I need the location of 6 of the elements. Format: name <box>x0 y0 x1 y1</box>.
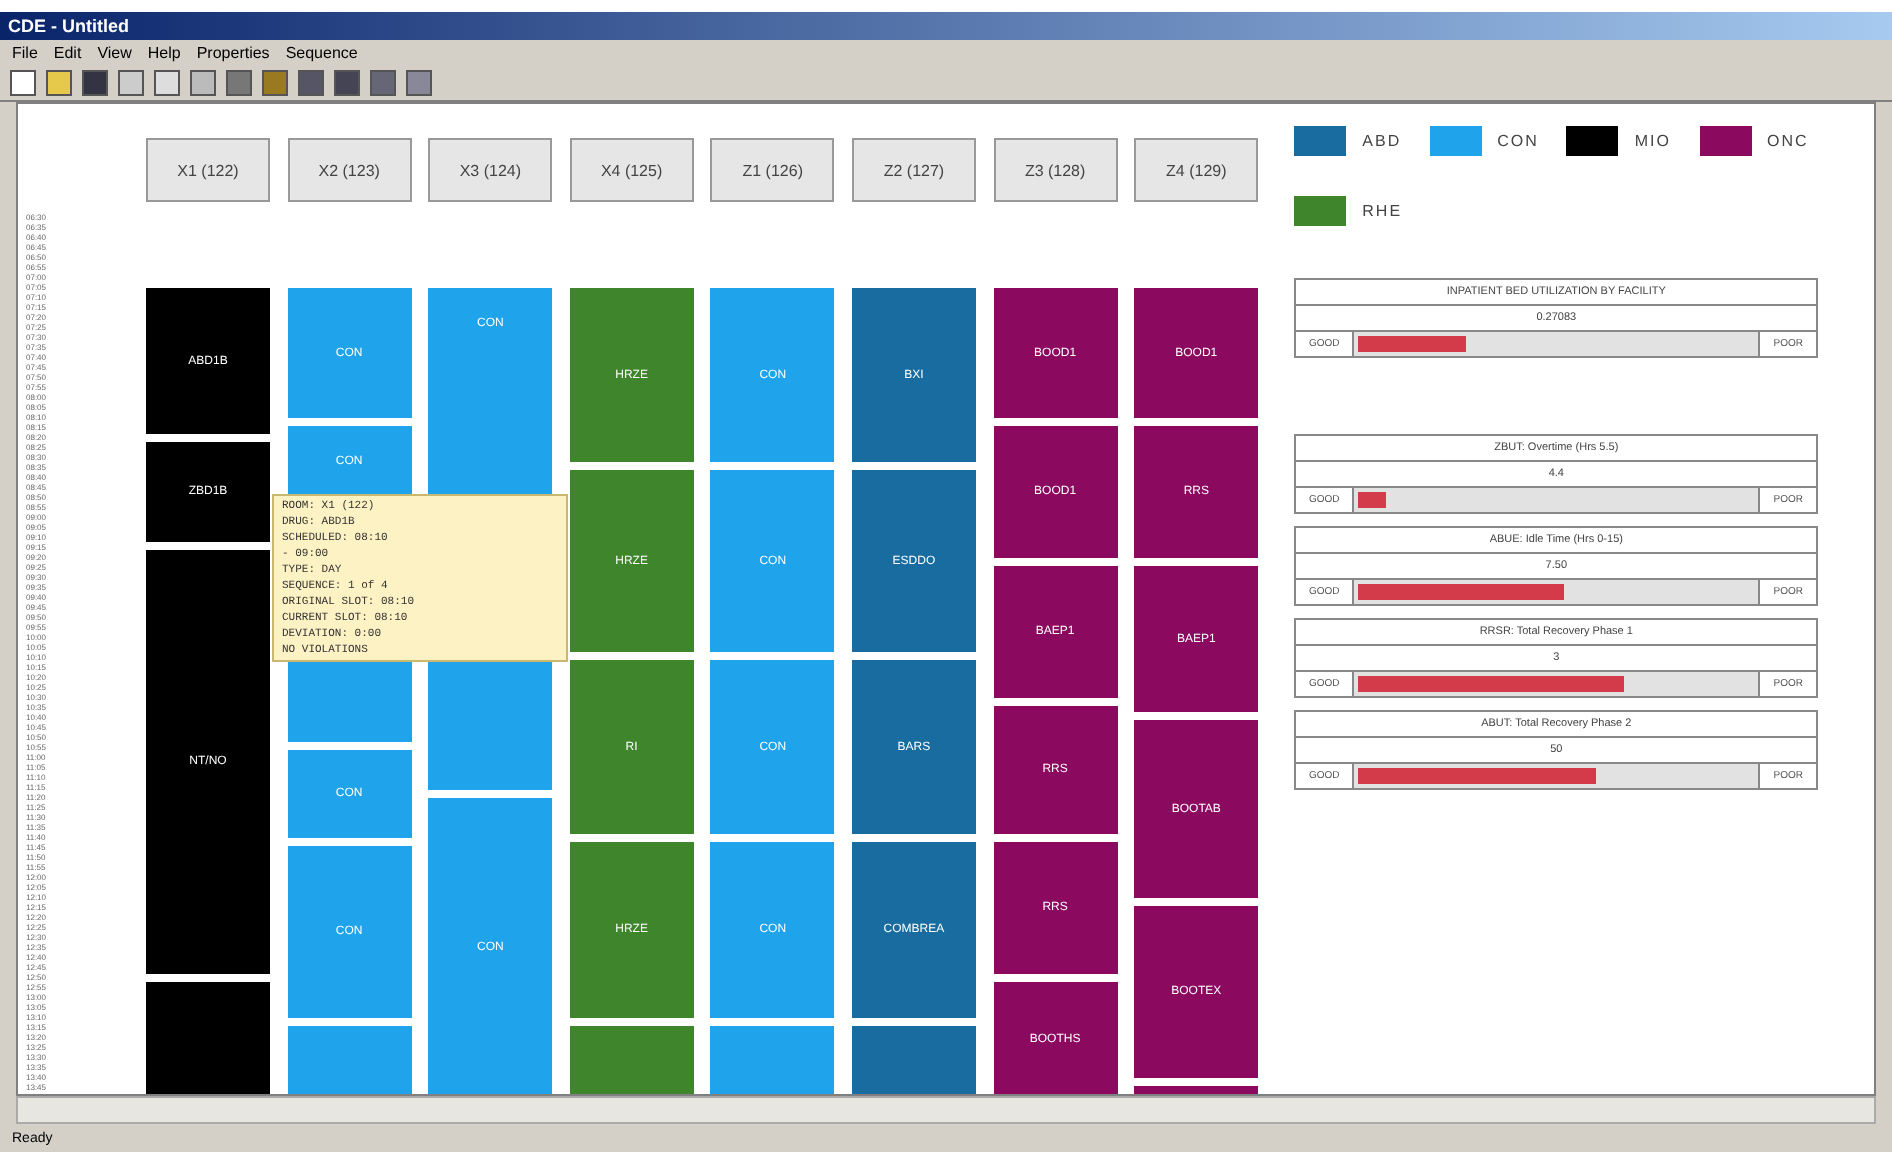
legend-label: RHE <box>1362 202 1403 220</box>
window-title: CDE - Untitled <box>0 12 1892 40</box>
legend-label: CON <box>1497 132 1539 150</box>
legend-label: ABD <box>1362 132 1402 150</box>
legend-label: ONC <box>1767 132 1809 150</box>
legend-label: MIO <box>1634 132 1671 150</box>
